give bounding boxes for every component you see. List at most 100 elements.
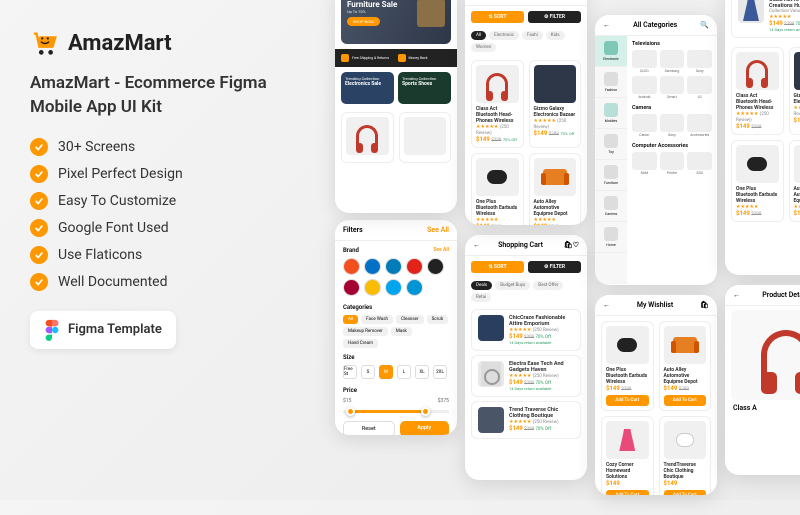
product-card[interactable]: ♡Class Act Bluetooth Head-Phones Wireles… — [731, 47, 784, 135]
brand-icon[interactable] — [343, 279, 360, 296]
size-option[interactable]: 2XL — [433, 365, 447, 379]
category-side-item[interactable]: Camera — [595, 191, 627, 222]
brand-icon[interactable] — [406, 279, 423, 296]
product-card[interactable]: ♡Auto Alley Automotive Equipme Depot★★★★… — [529, 153, 582, 225]
chip[interactable]: All — [471, 31, 486, 40]
product-card[interactable]: ♡ — [399, 112, 452, 163]
wishlist-card[interactable]: ♥Cozy Corner Homeward Solutions$149Add T… — [601, 416, 654, 495]
promo-banner[interactable]: Trending CollectionSports Shoes — [398, 72, 451, 104]
wishlist-card[interactable]: ♥Auto Alley Automotive Equipme Depot$149… — [659, 321, 712, 411]
brand-icon[interactable] — [364, 279, 381, 296]
category-item[interactable]: LG — [687, 76, 712, 99]
product-card[interactable]: ♡ — [341, 112, 394, 163]
chip[interactable]: Women — [471, 43, 496, 52]
check-icon — [30, 165, 48, 183]
brand-icon[interactable] — [385, 279, 402, 296]
check-icon — [30, 138, 48, 156]
price-max: $375 — [438, 398, 449, 404]
see-all-link[interactable]: See All — [427, 226, 449, 234]
filter-button[interactable]: ⚙ FILTER — [528, 11, 581, 23]
screen-wishlist: ← My Wishlist🛍 ♥One Plus Bluetooth Earbu… — [595, 295, 717, 495]
category-tab[interactable]: Cleanser — [396, 315, 424, 324]
category-item[interactable]: Printer — [660, 152, 685, 175]
screen-categories: ← All Categories🔍 Electronic Fashion Mob… — [595, 15, 717, 285]
hero-banner[interactable]: Trending Collection Furniture Sale Up To… — [341, 0, 451, 44]
category-item[interactable]: Smart — [660, 76, 685, 99]
mockup-collage: FiltersSee All BrandSee All Categories A… — [290, 0, 800, 515]
add-to-cart-button[interactable]: Add To Cart — [606, 490, 649, 495]
category-side-item[interactable]: Home — [595, 222, 627, 253]
category-item[interactable]: RAM — [632, 152, 657, 175]
product-card[interactable]: ♡One Plus Bluetooth Earbuds Wireless★★★★… — [471, 153, 524, 225]
brand-icon[interactable] — [364, 258, 381, 275]
add-to-cart-button[interactable]: Add To Cart — [664, 395, 707, 406]
screen-cart: ← Shopping Cart🛍♡ ⇅ SORT ⚙ FILTER Deals … — [465, 235, 587, 480]
category-side-item[interactable]: Furniture — [595, 160, 627, 191]
add-to-cart-button[interactable]: Add To Cart — [606, 395, 649, 406]
category-tab[interactable]: Face Wash — [361, 315, 393, 324]
shop-now-button[interactable]: SHOP NOW — [347, 17, 380, 26]
see-all-link[interactable]: See All — [433, 247, 449, 253]
chip[interactable]: Best Offer — [533, 281, 563, 290]
category-side-item[interactable]: Fashion — [595, 67, 627, 98]
cart-logo-icon — [30, 28, 60, 58]
brand-icon[interactable] — [427, 258, 444, 275]
category-tab[interactable]: Makeup Remover — [343, 327, 388, 336]
product-card[interactable]: ♡Auto Alley Automotive Equipme Depot★★★★… — [789, 140, 800, 222]
size-option[interactable]: S — [361, 365, 375, 379]
category-tab[interactable]: All — [343, 315, 358, 324]
chip[interactable]: Electronic — [489, 31, 519, 40]
category-item[interactable]: Accessories — [687, 114, 712, 137]
brand-icon[interactable] — [343, 258, 360, 275]
product-card[interactable]: ♡Gizmo Galaxy Electronics Bazaar★★★★★ (2… — [789, 47, 800, 135]
size-option[interactable]: M — [379, 365, 393, 379]
category-tab[interactable]: Hand Cream — [343, 339, 378, 348]
product-card[interactable]: ♡Gizmo Galaxy Electronics Bazaar★★★★★ (2… — [529, 60, 582, 148]
chip[interactable]: Kids — [546, 31, 565, 40]
chip[interactable]: Budget Buys — [495, 281, 530, 290]
category-item[interactable]: SSD — [687, 152, 712, 175]
sort-button[interactable]: ⇅ SORT — [471, 261, 524, 273]
sort-button[interactable]: ⇅ SORT — [471, 11, 524, 23]
chip[interactable]: Retai — [471, 293, 491, 302]
hero-image — [417, 0, 445, 27]
category-item[interactable]: Sony — [660, 114, 685, 137]
reset-button[interactable]: Reset — [343, 421, 395, 435]
product-image — [619, 429, 635, 451]
size-option[interactable]: L — [397, 365, 411, 379]
category-item[interactable]: QLED — [632, 50, 657, 73]
category-tab[interactable]: Mask — [391, 327, 412, 336]
chip[interactable]: Deals — [471, 281, 492, 290]
category-item[interactable]: Android — [632, 76, 657, 99]
category-side-item[interactable]: Mobiles — [595, 98, 627, 129]
cart-item[interactable]: Electra Ease Tech And Gadgets Haven★★★★★… — [471, 355, 581, 397]
cart-item[interactable]: ChicCraze Fashionable Attire Emporium★★★… — [471, 309, 581, 351]
feature-item: Google Font Used — [30, 219, 310, 237]
category-item[interactable]: Samsung — [660, 50, 685, 73]
chip[interactable]: Fashi — [522, 31, 543, 40]
wishlist-card[interactable]: ♥One Plus Bluetooth Earbuds Wireless$149… — [601, 321, 654, 411]
product-card[interactable]: ♡Class Act Bluetooth Head-Phones Wireles… — [471, 60, 524, 148]
price-slider[interactable] — [343, 410, 449, 413]
category-side-item[interactable]: Electronic — [595, 36, 627, 67]
screen-home: Trending Collection Furniture Sale Up To… — [335, 0, 457, 213]
apply-button[interactable]: Apply — [400, 421, 450, 435]
size-option[interactable]: Free St — [343, 365, 357, 379]
size-option[interactable]: XL — [415, 365, 429, 379]
shipping-icon — [341, 54, 349, 62]
item-image — [478, 315, 504, 341]
brand-icon[interactable] — [385, 258, 402, 275]
filter-button[interactable]: ⚙ FILTER — [528, 261, 581, 273]
category-item[interactable]: Canon — [632, 114, 657, 137]
category-tab[interactable]: Scrub — [427, 315, 449, 324]
brand-logo: AmazMart — [30, 28, 310, 58]
brand-icon[interactable] — [406, 258, 423, 275]
cart-item[interactable]: Trend Traverse Chic Clothing Boutique★★★… — [471, 401, 581, 439]
category-side-item[interactable]: Toy — [595, 129, 627, 160]
add-to-cart-button[interactable]: Add To Cart — [664, 490, 707, 495]
product-card[interactable]: ♡One Plus Bluetooth Earbuds Wireless★★★★… — [731, 140, 784, 222]
category-item[interactable]: Sony — [687, 50, 712, 73]
wishlist-card[interactable]: ♥TrendTraverse Chic Clothing Boutique$14… — [659, 416, 712, 495]
featured-item[interactable]: Class Act Artisanal Creations HubCollect… — [731, 0, 800, 38]
promo-banner[interactable]: Trending CollectionElectronics Sale — [341, 72, 394, 104]
